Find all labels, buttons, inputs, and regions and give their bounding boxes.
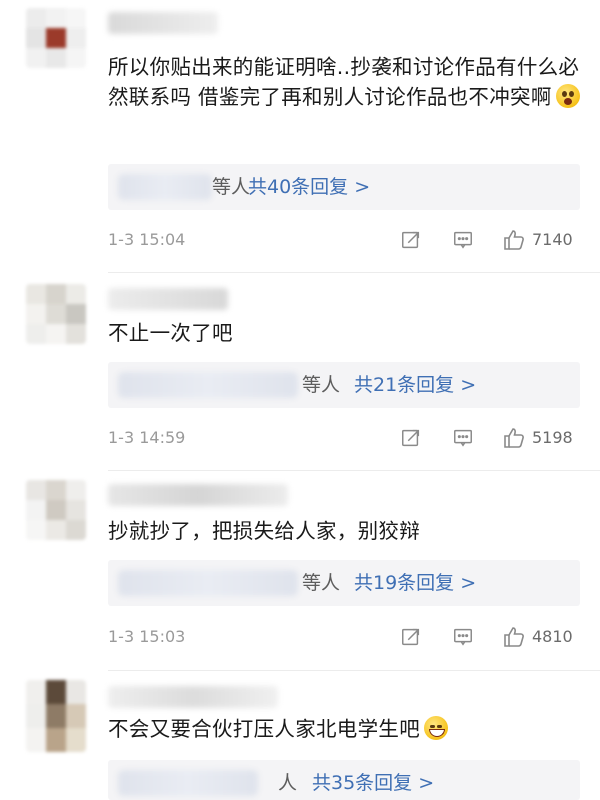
reply-count-link[interactable]: 共19条回复 > [354, 560, 476, 606]
thumbs-up-icon [504, 230, 524, 250]
divider [108, 670, 600, 671]
timestamp: 1-3 15:04 [108, 230, 186, 249]
thumbs-up-icon [504, 627, 524, 647]
reply-count-link[interactable]: 共21条回复 > [354, 362, 476, 408]
share-icon[interactable] [398, 227, 424, 253]
comment-meta: 1-3 15:04 7140 [108, 227, 580, 253]
comment-text: 不会又要合伙打压人家北电学生吧 [108, 714, 580, 744]
comment-text: 抄就抄了，把损失给人家，别狡辩 [108, 516, 580, 546]
comment-icon[interactable] [450, 227, 476, 253]
avatar[interactable] [26, 480, 86, 540]
comment-body: 不止一次了吧 [108, 321, 233, 345]
divider [108, 272, 600, 273]
avatar[interactable] [26, 680, 86, 752]
like-count: 5198 [532, 428, 573, 447]
username[interactable] [108, 686, 278, 708]
comment-body: 不会又要合伙打压人家北电学生吧 [108, 717, 420, 741]
username[interactable] [108, 12, 218, 34]
like-count: 4810 [532, 627, 573, 646]
username[interactable] [108, 484, 288, 506]
comment-body: 抄就抄了，把损失给人家，别狡辩 [108, 519, 420, 543]
divider [108, 470, 600, 471]
like-button[interactable]: 7140 [502, 227, 573, 253]
timestamp: 1-3 15:03 [108, 627, 186, 646]
username[interactable] [108, 288, 228, 310]
reply-usernames [118, 770, 258, 796]
reply-prefix: 等人 [212, 176, 251, 198]
like-button[interactable]: 5198 [502, 425, 573, 451]
flushed-face-icon [555, 84, 580, 108]
comment-meta: 1-3 14:59 5198 [108, 425, 580, 451]
reply-preview[interactable]: 等人 共19条回复 > [108, 560, 580, 606]
like-button[interactable]: 4810 [502, 624, 573, 650]
comment-text: 不止一次了吧 [108, 318, 580, 348]
avatar[interactable] [26, 8, 86, 68]
sweat-smile-icon [424, 716, 448, 740]
like-count: 7140 [532, 230, 573, 249]
reply-usernames [118, 372, 298, 398]
share-icon[interactable] [398, 624, 424, 650]
reply-usernames [118, 174, 212, 200]
share-icon[interactable] [398, 425, 424, 451]
reply-preview[interactable]: 等人 共21条回复 > [108, 362, 580, 408]
reply-prefix: 等人 [302, 572, 341, 594]
comment-text: 所以你贴出来的能证明啥..抄袭和讨论作品有什么必然联系吗 借鉴完了再和别人讨论作… [108, 52, 580, 112]
comment-meta: 1-3 15:03 4810 [108, 624, 580, 650]
reply-count-link[interactable]: 共40条回复 > [248, 164, 370, 210]
reply-prefix: 等人 [302, 374, 341, 396]
avatar[interactable] [26, 284, 86, 344]
comment-icon[interactable] [450, 624, 476, 650]
reply-count-link[interactable]: 共35条回复 > [312, 760, 434, 800]
reply-preview[interactable]: 人 共35条回复 > [108, 760, 580, 800]
comment-body: 所以你贴出来的能证明啥..抄袭和讨论作品有什么必然联系吗 借鉴完了再和别人讨论作… [108, 55, 580, 109]
timestamp: 1-3 14:59 [108, 428, 186, 447]
reply-usernames [118, 570, 298, 596]
reply-prefix: 人 [278, 772, 298, 794]
reply-preview[interactable]: 等人 共40条回复 > [108, 164, 580, 210]
comment-icon[interactable] [450, 425, 476, 451]
thumbs-up-icon [504, 428, 524, 448]
